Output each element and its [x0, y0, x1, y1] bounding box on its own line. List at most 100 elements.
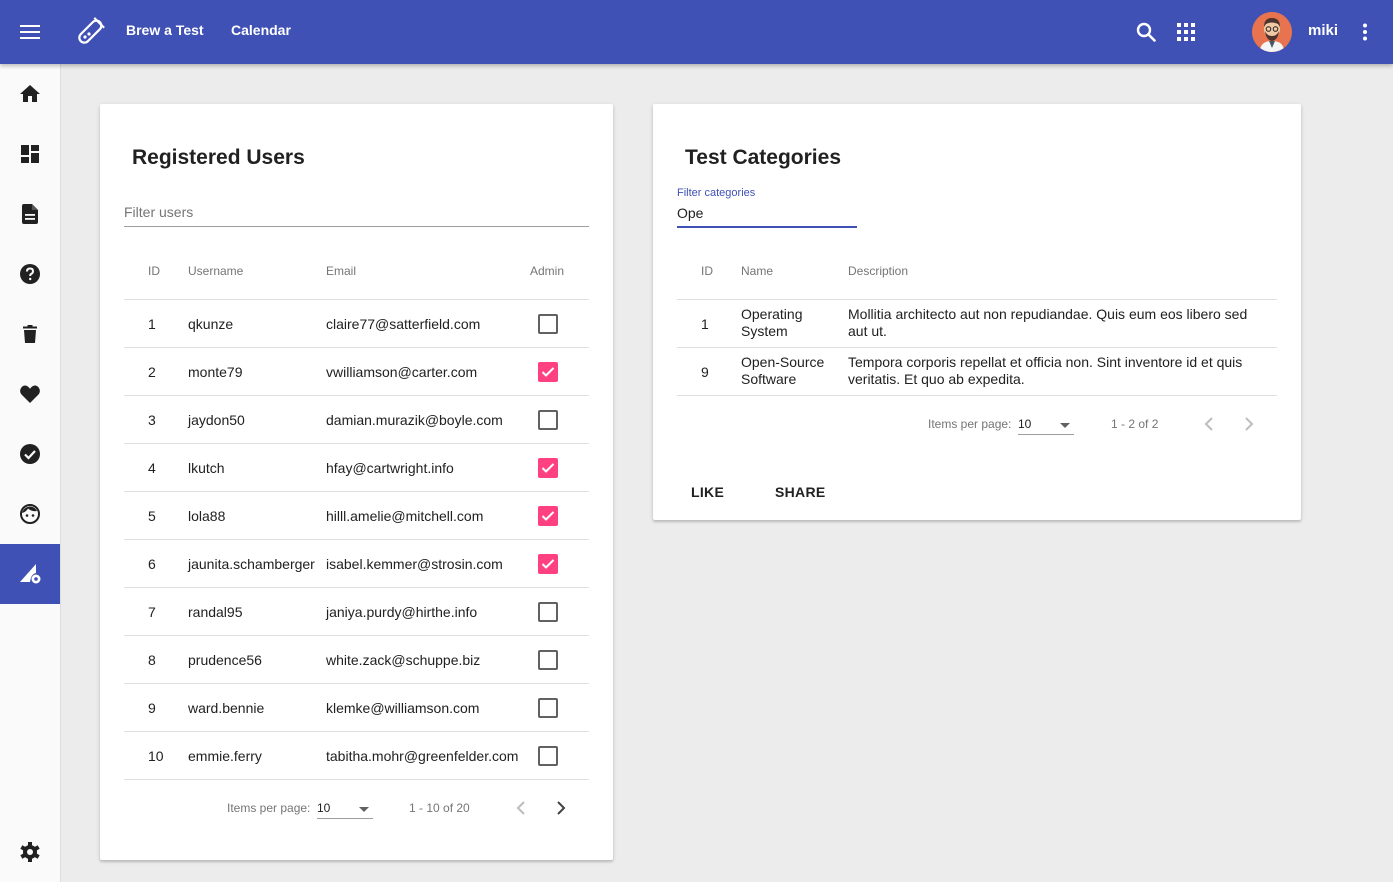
test-tube-icon[interactable]	[70, 12, 110, 52]
user-id-cell: 3	[148, 412, 156, 428]
table-row: 9 Open-Source Software Tempora corporis re…	[677, 347, 1277, 395]
table-row: 10 emmie.ferry tabitha.mohr@greenfelder.co…	[124, 731, 589, 779]
user-email-cell: tabitha.mohr@greenfelder.com	[326, 748, 519, 764]
user-username-cell: jaunita.schamberger	[188, 556, 315, 572]
calendar-link[interactable]: Calendar	[231, 22, 291, 38]
admin-checkbox[interactable]	[538, 506, 558, 526]
favorite-icon	[20, 385, 40, 403]
categories-prev-page-button[interactable]	[1195, 410, 1223, 438]
categories-next-page-button[interactable]	[1235, 410, 1263, 438]
chevron-down-icon	[1060, 423, 1070, 428]
chevron-left-icon	[1204, 417, 1213, 431]
users-col-email[interactable]: Email	[326, 264, 356, 278]
test-categories-card: Test Categories Filter categories ID Nam…	[653, 104, 1301, 520]
user-username-cell: ward.bennie	[188, 700, 265, 716]
category-id-cell: 1	[701, 316, 709, 332]
user-email-cell: vwilliamson@carter.com	[326, 364, 478, 380]
like-button[interactable]: LIKE	[677, 476, 738, 508]
user-email-cell: white.zack@schuppe.biz	[326, 652, 481, 668]
user-id-cell: 1	[148, 316, 156, 332]
admin-checkbox[interactable]	[538, 410, 558, 430]
users-col-id[interactable]: ID	[148, 264, 160, 278]
more-vert-icon[interactable]	[1350, 12, 1380, 52]
user-email-cell: claire77@satterfield.com	[326, 316, 481, 332]
user-email-cell: hfay@cartwright.info	[326, 460, 454, 476]
sidebar-item-admin[interactable]	[0, 544, 60, 604]
categories-card-title: Test Categories	[685, 146, 841, 169]
sidebar-item-home[interactable]	[0, 64, 60, 124]
categories-col-name[interactable]: Name	[741, 264, 773, 278]
admin-checkbox[interactable]	[538, 602, 558, 622]
admin-checkbox[interactable]	[538, 746, 558, 766]
categories-page-size-select[interactable]: 10	[1018, 417, 1074, 435]
search-icon[interactable]	[1126, 12, 1166, 52]
users-col-username[interactable]: Username	[188, 264, 243, 278]
sidebar	[0, 64, 61, 882]
user-username-cell: lola88	[188, 508, 226, 524]
table-row: 2 monte79 vwilliamson@carter.com	[124, 347, 589, 395]
check-icon	[541, 367, 555, 377]
admin-checkbox[interactable]	[538, 554, 558, 574]
admin-checkbox[interactable]	[538, 362, 558, 382]
apps-icon[interactable]	[1166, 12, 1206, 52]
table-row: 7 randal95 janiya.purdy@hirthe.info	[124, 587, 589, 635]
user-username-cell: emmie.ferry	[188, 748, 262, 764]
categories-col-description[interactable]: Description	[848, 264, 908, 278]
menu-icon[interactable]	[10, 12, 50, 52]
admin-checkbox[interactable]	[538, 698, 558, 718]
avatar[interactable]	[1252, 12, 1292, 52]
user-username-cell: qkunze	[188, 316, 234, 332]
brew-a-test-link[interactable]: Brew a Test	[126, 22, 204, 38]
settings-icon	[20, 842, 40, 862]
user-email-cell: isabel.kemmer@strosin.com	[326, 556, 503, 572]
user-id-cell: 10	[148, 748, 164, 764]
user-name[interactable]: miki	[1308, 22, 1338, 39]
users-page-size-value: 10	[317, 801, 331, 815]
categories-col-id[interactable]: ID	[701, 264, 713, 278]
categories-filter-field[interactable]	[677, 205, 857, 228]
check-icon	[541, 559, 555, 569]
categories-filter-input[interactable]	[677, 205, 857, 221]
users-filter-field[interactable]	[124, 204, 589, 227]
sidebar-item-help[interactable]	[0, 244, 60, 304]
delete-icon	[23, 325, 37, 343]
users-prev-page-button[interactable]	[507, 794, 535, 822]
sidebar-item-profile[interactable]	[0, 484, 60, 544]
user-id-cell: 2	[148, 364, 156, 380]
users-items-per-page-label: Items per page:	[227, 801, 311, 815]
category-description-cell: Tempora corporis repellat et officia non…	[848, 354, 1243, 387]
sidebar-item-trash[interactable]	[0, 304, 60, 364]
table-row: 5 lola88 hilll.amelie@mitchell.com	[124, 491, 589, 539]
users-next-page-button[interactable]	[547, 794, 575, 822]
users-filter-input[interactable]	[124, 204, 589, 220]
home-icon	[20, 85, 40, 102]
sidebar-item-dashboard[interactable]	[0, 124, 60, 184]
users-page-size-select[interactable]: 10	[317, 801, 373, 819]
user-username-cell: prudence56	[188, 652, 262, 668]
sidebar-item-completed[interactable]	[0, 424, 60, 484]
chevron-right-icon	[1245, 417, 1254, 431]
user-email-cell: janiya.purdy@hirthe.info	[326, 604, 478, 620]
table-row: 9 ward.bennie klemke@williamson.com	[124, 683, 589, 731]
sidebar-item-settings[interactable]	[0, 822, 60, 882]
category-name-cell: Operating System	[741, 306, 803, 339]
face-icon	[20, 504, 40, 524]
users-col-admin[interactable]: Admin	[530, 264, 564, 278]
user-email-cell: damian.murazik@boyle.com	[326, 412, 503, 428]
table-row: 3 jaydon50 damian.murazik@boyle.com	[124, 395, 589, 443]
admin-checkbox[interactable]	[538, 650, 558, 670]
admin-checkbox[interactable]	[538, 458, 558, 478]
users-card-title: Registered Users	[132, 146, 305, 169]
sidebar-item-documents[interactable]	[0, 184, 60, 244]
share-button[interactable]: SHARE	[761, 476, 840, 508]
admin-checkbox[interactable]	[538, 314, 558, 334]
table-bottom-border	[124, 779, 589, 780]
sidebar-item-favorites[interactable]	[0, 364, 60, 424]
check-circle-icon	[20, 444, 40, 464]
table-bottom-border	[677, 395, 1277, 396]
chevron-right-icon	[557, 801, 566, 815]
table-row: 1 qkunze claire77@satterfield.com	[124, 299, 589, 347]
user-id-cell: 9	[148, 700, 156, 716]
user-id-cell: 5	[148, 508, 156, 524]
categories-filter-label: Filter categories	[677, 187, 756, 199]
